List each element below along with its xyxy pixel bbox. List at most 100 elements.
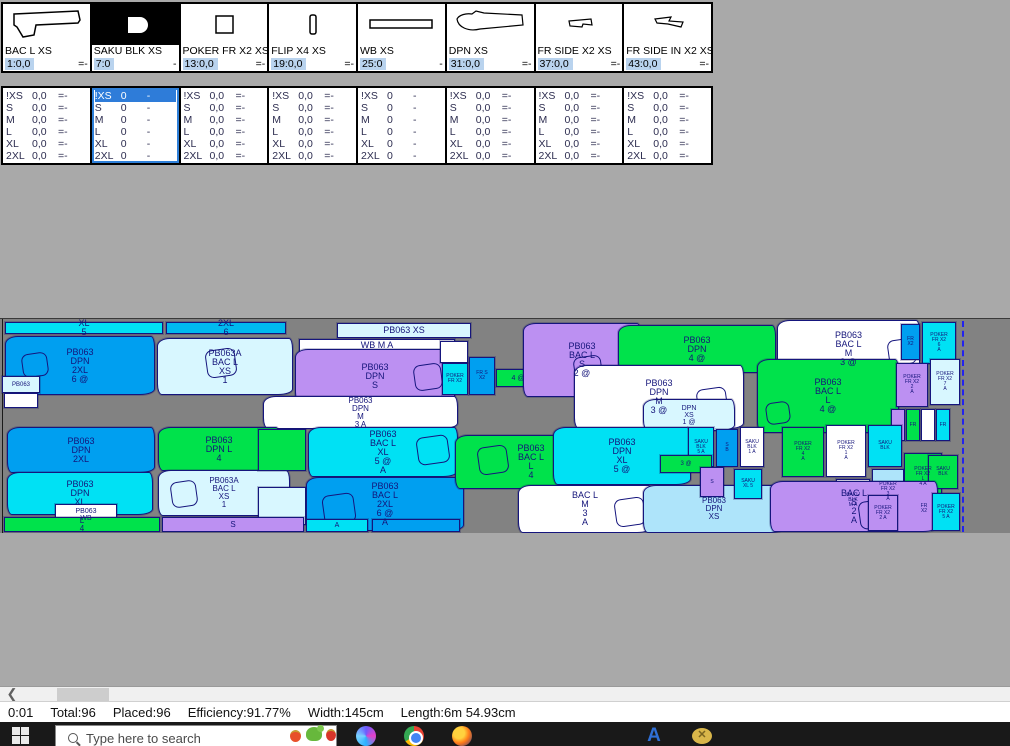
marker-piece[interactable]: SB: [716, 429, 738, 467]
size-row-l[interactable]: L0,0=-: [450, 126, 534, 138]
size-column-4[interactable]: !XS0,0=-S0,0=-M0,0=-L0,0=-XL0,0=-2XL0,0=…: [269, 88, 356, 163]
size-row-l[interactable]: L0,0=-: [6, 126, 90, 138]
pattern-cell-flip-x4-xs[interactable]: FLIP X4 XS19:0,0=-: [269, 4, 356, 71]
size-row-s[interactable]: S0,0=-: [272, 102, 356, 114]
scrollbar-thumb[interactable]: [57, 688, 109, 701]
marker-piece[interactable]: S: [162, 517, 304, 532]
size-row-!xs[interactable]: !XS0,0=-: [627, 90, 711, 102]
size-row-xl[interactable]: XL0-: [95, 138, 179, 150]
size-row-!xs[interactable]: !XS0,0=-: [539, 90, 623, 102]
pattern-cell-poker-fr-x2-xs[interactable]: POKER FR X2 XS13:0,0=-: [181, 4, 268, 71]
size-row-2xl[interactable]: 2XL0,0=-: [272, 150, 356, 162]
size-row-2xl[interactable]: 2XL0,0=-: [184, 150, 268, 162]
marker-piece[interactable]: SAKUBLK: [868, 425, 902, 467]
size-row-m[interactable]: M0,0=-: [272, 114, 356, 126]
marker-piece[interactable]: POKERFR X24A: [782, 427, 824, 477]
taskbar-search-box[interactable]: Type here to search: [55, 725, 337, 746]
chrome-taskbar-icon[interactable]: [404, 726, 424, 746]
size-row-2xl[interactable]: 2XL0,0=-: [539, 150, 623, 162]
size-row-!xs[interactable]: !XS0,0=-: [272, 90, 356, 102]
size-row-s[interactable]: S0,0=-: [6, 102, 90, 114]
size-row-xl[interactable]: XL0,0=-: [184, 138, 268, 150]
size-row-2xl[interactable]: 2XL0,0=-: [627, 150, 711, 162]
size-row-s[interactable]: S0-: [361, 102, 445, 114]
marker-piece[interactable]: [440, 341, 468, 363]
marker-piece[interactable]: POKERFR X25 A: [932, 493, 960, 531]
size-row-!xs[interactable]: !XS0,0=-: [184, 90, 268, 102]
size-row-l[interactable]: L0,0=-: [627, 126, 711, 138]
size-row-s[interactable]: S0,0=-: [627, 102, 711, 114]
pattern-cell-bac-l-xs[interactable]: BAC L XS1:0,0=-: [3, 4, 90, 71]
pattern-cell-saku-blk-xs[interactable]: SAKU BLK XS7:0-: [92, 4, 179, 71]
size-row-l[interactable]: L0,0=-: [272, 126, 356, 138]
size-row-2xl[interactable]: 2XL0,0=-: [450, 150, 534, 162]
pattern-cell-fr-side-in-x2-xs[interactable]: FR SIDE IN X2 XS43:0,0=-: [624, 4, 711, 71]
size-row-l[interactable]: L0-: [95, 126, 179, 138]
horizontal-scrollbar[interactable]: ❮: [0, 686, 1010, 701]
size-row-s[interactable]: S0-: [95, 102, 179, 114]
marker-piece[interactable]: FR SX2: [469, 357, 495, 395]
size-row-m[interactable]: M0-: [95, 114, 179, 126]
marker-piece[interactable]: [258, 429, 306, 471]
marker-piece[interactable]: POKERFR X22A: [896, 363, 928, 407]
size-row-xl[interactable]: XL0,0=-: [539, 138, 623, 150]
marker-piece[interactable]: 2XL6: [166, 322, 286, 334]
marker-piece[interactable]: SAKUBLK1 A: [740, 427, 764, 467]
size-row-m[interactable]: M0-: [361, 114, 445, 126]
size-row-2xl[interactable]: 2XL0-: [361, 150, 445, 162]
marker-piece[interactable]: PB063BAC LXL5 @A: [308, 427, 458, 477]
size-row-!xs[interactable]: !XS0-: [95, 90, 176, 102]
marker-piece[interactable]: SAKUXL 5: [734, 469, 762, 499]
marker-piece[interactable]: POKERFR X26A: [922, 322, 956, 364]
copilot-taskbar-icon[interactable]: [356, 726, 376, 746]
marker-piece[interactable]: POKERFR X22 A: [868, 495, 898, 531]
marker-piece[interactable]: S: [700, 467, 724, 497]
marker-piece[interactable]: FR: [906, 409, 920, 441]
size-row-m[interactable]: M0,0=-: [627, 114, 711, 126]
size-row-!xs[interactable]: !XS0,0=-: [6, 90, 90, 102]
size-column-1[interactable]: !XS0,0=-S0,0=-M0,0=-L0,0=-XL0,0=-2XL0,0=…: [3, 88, 90, 163]
size-row-s[interactable]: S0,0=-: [450, 102, 534, 114]
marker-piece[interactable]: PB063BAC LL4 @: [757, 359, 899, 433]
marker-piece[interactable]: L4: [4, 517, 160, 532]
marker-nesting-area[interactable]: XL52XL6PB063 XSWB M APB063DPN2XL6 @PB063…: [0, 318, 1010, 533]
pattern-cell-wb-xs[interactable]: WB XS25:0-: [358, 4, 445, 71]
size-row-xl[interactable]: XL0,0=-: [6, 138, 90, 150]
size-row-!xs[interactable]: !XS0-: [361, 90, 445, 102]
marker-piece[interactable]: [4, 393, 38, 408]
size-row-m[interactable]: M0,0=-: [6, 114, 90, 126]
marker-piece[interactable]: [372, 519, 460, 532]
marker-piece[interactable]: POKERFR X2: [442, 363, 468, 395]
size-column-2[interactable]: !XS0-S0-M0-L0-XL0-2XL0-: [92, 88, 179, 163]
marker-piece[interactable]: A: [306, 519, 368, 532]
pattern-cell-fr-side-x2-xs[interactable]: FR SIDE X2 XS37:0,0=-: [536, 4, 623, 71]
marker-piece[interactable]: [921, 409, 935, 441]
size-column-8[interactable]: !XS0,0=-S0,0=-M0,0=-L0,0=-XL0,0=-2XL0,0=…: [624, 88, 711, 163]
firefox-taskbar-icon[interactable]: [452, 726, 472, 746]
marker-piece[interactable]: POKERFR X21A: [826, 425, 866, 477]
size-row-xl[interactable]: XL0,0=-: [627, 138, 711, 150]
size-row-l[interactable]: L0,0=-: [184, 126, 268, 138]
size-row-m[interactable]: M0,0=-: [184, 114, 268, 126]
gold-badge-taskbar-icon[interactable]: ✕: [692, 728, 712, 744]
marker-piece[interactable]: FRX2: [901, 324, 920, 360]
size-row-m[interactable]: M0,0=-: [450, 114, 534, 126]
size-row-xl[interactable]: XL0,0=-: [450, 138, 534, 150]
size-column-3[interactable]: !XS0,0=-S0,0=-M0,0=-L0,0=-XL0,0=-2XL0,0=…: [181, 88, 268, 163]
scroll-left-arrow-icon[interactable]: ❮: [4, 687, 20, 702]
size-row-m[interactable]: M0,0=-: [539, 114, 623, 126]
size-row-2xl[interactable]: 2XL0,0=-: [6, 150, 90, 162]
size-row-s[interactable]: S0,0=-: [539, 102, 623, 114]
app-a-taskbar-icon[interactable]: A: [644, 726, 664, 746]
marker-piece[interactable]: PB063DPN2XL: [7, 427, 155, 473]
size-row-s[interactable]: S0,0=-: [184, 102, 268, 114]
marker-piece[interactable]: POKERFR X27A: [930, 359, 960, 405]
size-row-2xl[interactable]: 2XL0-: [95, 150, 179, 162]
marker-piece[interactable]: BAC LM3A: [518, 485, 652, 533]
size-column-5[interactable]: !XS0-S0-M0-L0-XL0-2XL0-: [358, 88, 445, 163]
marker-piece[interactable]: PB063DPNM3 A: [263, 396, 458, 429]
marker-piece[interactable]: PB063 XS: [337, 323, 471, 338]
pattern-cell-dpn-xs[interactable]: DPN XS31:0,0=-: [447, 4, 534, 71]
marker-piece[interactable]: PB063: [2, 376, 40, 393]
marker-piece[interactable]: BAC LS2A: [770, 481, 938, 532]
